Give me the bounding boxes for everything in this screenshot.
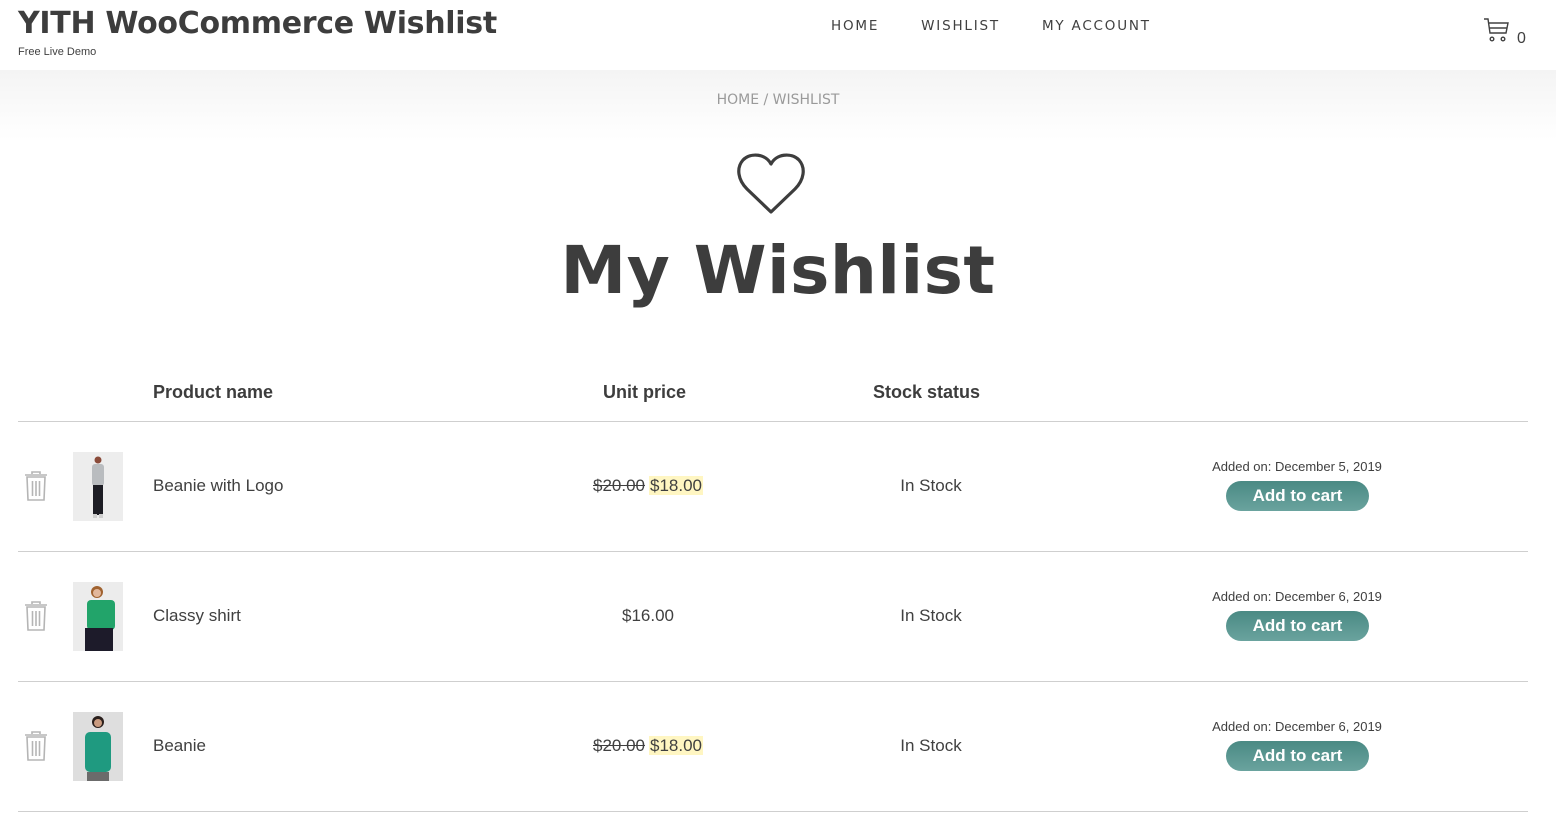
regular-price: $20.00 — [593, 476, 645, 495]
table-row: Classy shirt $16.00 In Stock Added on: D… — [18, 552, 1528, 682]
date-added: Added on: December 6, 2019 — [1212, 719, 1382, 734]
column-header-unit-price: Unit price — [603, 382, 687, 402]
nav-wishlist[interactable]: WISHLIST — [921, 18, 1000, 34]
main-nav: HOME WISHLIST MY ACCOUNT — [831, 18, 1193, 34]
trash-icon[interactable] — [24, 601, 48, 636]
add-to-cart-button[interactable]: Add to cart — [1226, 481, 1369, 511]
cart-icon — [1483, 16, 1511, 49]
breadcrumb[interactable]: HOME / WISHLIST — [0, 92, 1556, 108]
cart-count: 0 — [1517, 30, 1526, 47]
product-price: $16.00 — [622, 606, 674, 625]
nav-home[interactable]: HOME — [831, 18, 879, 34]
table-row: Beanie with Logo $20.00 $18.00 In Stock A… — [18, 422, 1528, 552]
product-price: $20.00 $18.00 — [498, 476, 798, 496]
trash-icon[interactable] — [24, 731, 48, 766]
regular-price: $20.00 — [593, 736, 645, 755]
stock-status: In Stock — [900, 606, 962, 625]
add-to-cart-button[interactable]: Add to cart — [1226, 741, 1369, 771]
sale-price: $18.00 — [649, 736, 703, 755]
column-header-product-name: Product name — [153, 382, 274, 402]
nav-my-account[interactable]: MY ACCOUNT — [1042, 18, 1151, 34]
product-name-link[interactable]: Classy shirt — [153, 606, 241, 626]
stock-status: In Stock — [900, 476, 962, 495]
date-added: Added on: December 5, 2019 — [1212, 459, 1382, 474]
date-added: Added on: December 6, 2019 — [1212, 589, 1382, 604]
site-title[interactable]: YITH WooCommerce Wishlist — [18, 6, 497, 41]
heart-icon — [737, 152, 805, 219]
table-header: Product name Unit price Stock status — [18, 362, 1528, 422]
stock-status: In Stock — [900, 736, 962, 755]
sale-price: $18.00 — [649, 476, 703, 495]
product-thumbnail[interactable] — [73, 582, 123, 651]
cart-button[interactable]: 0 — [1483, 16, 1526, 49]
product-thumbnail[interactable] — [73, 712, 123, 781]
product-price: $20.00 $18.00 — [498, 736, 798, 756]
site-header: YITH WooCommerce Wishlist Free Live Demo… — [0, 0, 1556, 70]
site-tagline: Free Live Demo — [18, 46, 97, 58]
product-name-link[interactable]: Beanie with Logo — [153, 476, 283, 496]
product-thumbnail[interactable] — [73, 452, 123, 521]
trash-icon[interactable] — [24, 471, 48, 506]
page-title: My Wishlist — [560, 232, 996, 309]
table-row: Beanie $20.00 $18.00 In Stock Added on: D… — [18, 682, 1528, 812]
product-name-link[interactable]: Beanie — [153, 736, 206, 756]
add-to-cart-button[interactable]: Add to cart — [1226, 611, 1369, 641]
wishlist-table: Product name Unit price Stock status Bea… — [18, 362, 1528, 812]
column-header-stock-status: Stock status — [873, 382, 981, 402]
